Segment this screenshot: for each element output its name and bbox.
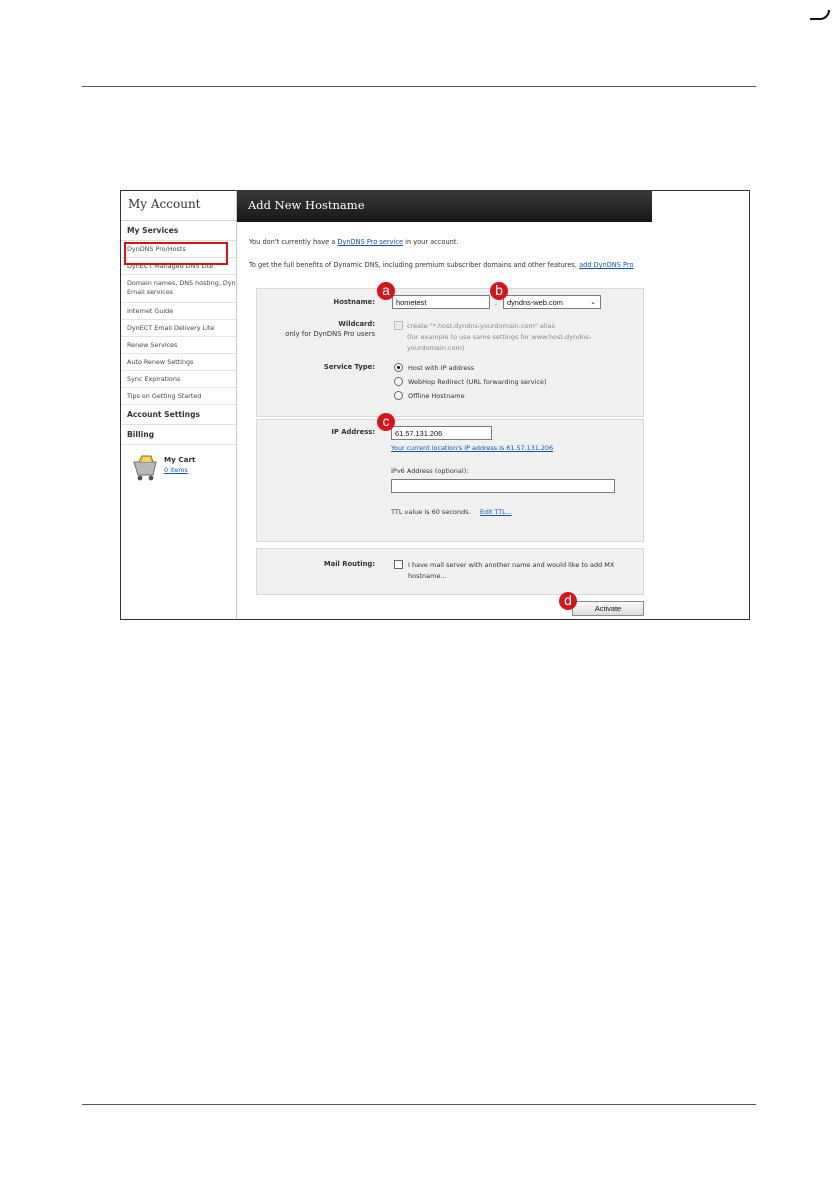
cart-label[interactable]: My Cart <box>164 455 195 464</box>
mail-routing-checkbox[interactable] <box>394 560 403 569</box>
page-title: Add New Hostname <box>237 191 652 222</box>
hostname-input[interactable]: hometest <box>392 295 490 309</box>
mail-routing-panel <box>256 548 644 595</box>
ip-address-input[interactable]: 61.57.131.206 <box>391 426 492 440</box>
domain-select[interactable]: dyndns-web.com ⌄ <box>503 295 601 309</box>
sidebar-item-dynect-email[interactable]: DynECT Email Delivery Lite <box>121 320 236 337</box>
sidebar-item-tips[interactable]: Tips on Getting Started <box>121 388 236 405</box>
sidebar-title: My Account <box>121 191 236 221</box>
wildcard-sublabel: only for DynDNS Pro users <box>285 330 375 338</box>
sidebar-section-my-services: My Services <box>121 221 236 241</box>
service-radio-offline[interactable] <box>394 391 403 400</box>
dyndns-pro-service-link[interactable]: DynDNS Pro service <box>337 238 403 246</box>
intro-text-1b: in your account. <box>403 238 459 246</box>
badge-a: a <box>377 282 395 300</box>
service-option-webhop: WebHop Redirect (URL forwarding service) <box>408 378 547 386</box>
wildcard-label: Wildcard: <box>261 320 375 328</box>
screenshot-frame: My Account My Services DynDNS Pro/Hosts … <box>120 190 750 620</box>
service-radio-host-ip[interactable] <box>394 363 403 372</box>
ipv6-label: IPv6 Address (optional): <box>391 467 469 475</box>
footer-rule <box>82 1104 756 1105</box>
wildcard-label-text: Wildcard: <box>338 320 375 328</box>
mail-routing-label: Mail Routing: <box>301 560 375 568</box>
header-rule <box>82 86 756 87</box>
cart-block: My Cart 0 items <box>121 445 236 495</box>
page-corner-mark <box>810 10 830 20</box>
ipv6-address-input[interactable] <box>391 479 615 493</box>
domain-dot: . <box>495 299 498 307</box>
service-radio-webhop[interactable] <box>394 377 403 386</box>
sidebar-item-renew-services[interactable]: Renew Services <box>121 337 236 354</box>
sidebar-section-account-settings[interactable]: Account Settings <box>121 405 236 425</box>
service-option-offline: Offline Hostname <box>408 392 465 400</box>
domain-select-value: dyndns-web.com <box>507 298 563 307</box>
mail-routing-label-text: Mail Routing: <box>323 560 375 568</box>
intro-text-2a: To get the full benefits of Dynamic DNS,… <box>249 261 580 269</box>
sidebar-item-internet-guide[interactable]: Internet Guide <box>121 303 236 320</box>
wildcard-checkbox[interactable] <box>394 321 403 330</box>
intro-line-1: You don't currently have a DynDNS Pro se… <box>249 238 459 246</box>
intro-text-1a: You don't currently have a <box>249 238 338 246</box>
cart-items-link[interactable]: 0 items <box>164 466 188 474</box>
badge-d: d <box>559 592 577 610</box>
chevron-down-icon: ⌄ <box>590 299 596 306</box>
hostname-label: Hostname: <box>301 298 376 306</box>
sidebar: My Account My Services DynDNS Pro/Hosts … <box>121 191 237 619</box>
wildcard-text-1: create "*.host.dyndns-yourdomain.com" al… <box>407 322 555 330</box>
sidebar-item-auto-renew[interactable]: Auto Renew Settings <box>121 354 236 371</box>
sidebar-item-dyndns-pro-hosts[interactable]: DynDNS Pro/Hosts <box>121 241 236 265</box>
ip-label-text: IP Address: <box>331 428 375 436</box>
wildcard-text-3: yourdomain.com) <box>407 344 465 352</box>
hostname-label-text: Hostname: <box>333 298 376 306</box>
badge-b: b <box>490 282 508 300</box>
sidebar-item-domain-names[interactable]: Domain names, DNS hosting, Dyn Email ser… <box>121 275 236 303</box>
mail-routing-text-1: I have mail server with another name and… <box>408 561 615 569</box>
add-dyndns-pro-link[interactable]: add DynDNS Pro <box>579 261 633 269</box>
wildcard-text-2: (for example to use same settings for ww… <box>407 333 592 341</box>
sidebar-item-sync-expirations[interactable]: Sync Expirations <box>121 371 236 388</box>
service-type-label-text: Service Type: <box>323 363 375 371</box>
service-type-label: Service Type: <box>301 363 375 371</box>
activate-button[interactable]: Activate <box>572 601 644 616</box>
ttl-text: TTL value is 60 seconds. <box>391 508 471 516</box>
current-ip-link[interactable]: Your current location's IP address is 61… <box>391 444 553 452</box>
edit-ttl-link[interactable]: Edit TTL... <box>480 508 512 516</box>
intro-line-2: To get the full benefits of Dynamic DNS,… <box>249 261 633 269</box>
badge-c: c <box>377 413 395 431</box>
shopping-cart-icon[interactable] <box>131 453 161 483</box>
sidebar-section-billing[interactable]: Billing <box>121 425 236 445</box>
ip-label: IP Address: <box>301 428 375 436</box>
service-option-host-ip: Host with IP address <box>408 364 475 372</box>
mail-routing-text-2: hostname... <box>408 572 447 580</box>
